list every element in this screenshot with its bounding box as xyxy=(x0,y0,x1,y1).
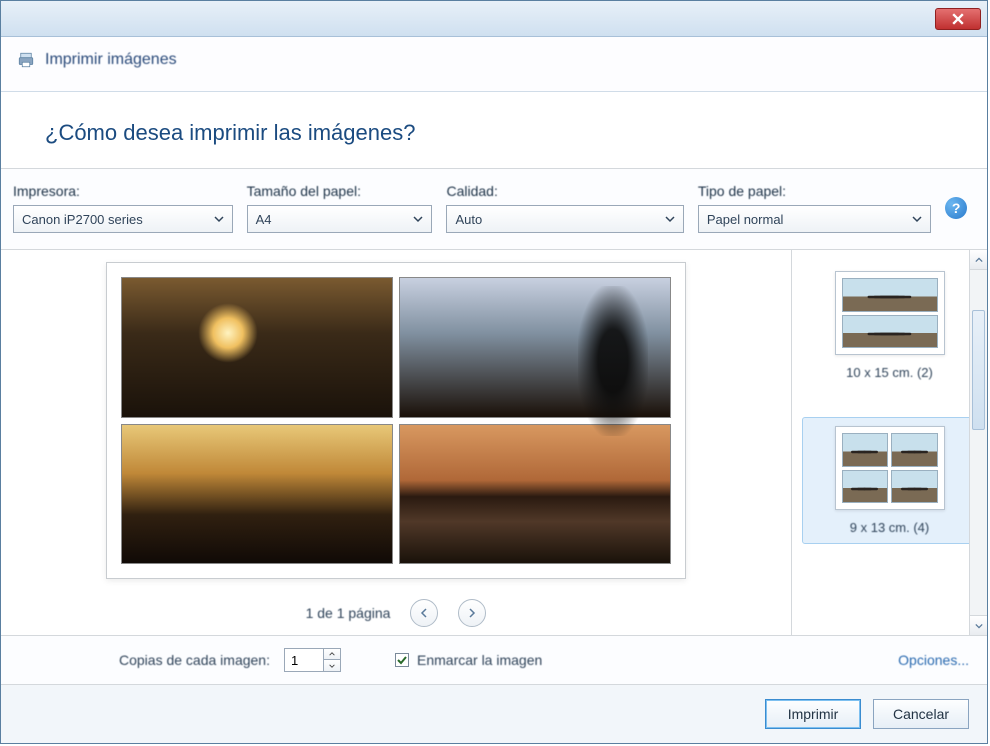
paper-size-select[interactable]: A4 xyxy=(247,205,433,233)
fit-frame-label: Enmarcar la imagen xyxy=(417,652,542,668)
layout-thumb-icon xyxy=(835,271,945,355)
preview-pane: 1 de 1 página xyxy=(1,250,791,635)
prev-page-button[interactable] xyxy=(410,599,438,627)
chevron-down-icon xyxy=(413,212,423,227)
window-title: Imprimir imágenes xyxy=(45,51,177,69)
photo-thumb xyxy=(121,424,393,565)
print-options-row: Impresora: Canon iP2700 series Tamaño de… xyxy=(1,169,987,250)
header-row: Imprimir imágenes xyxy=(1,37,987,92)
quality-select[interactable]: Auto xyxy=(446,205,683,233)
footer-options: Copias de cada imagen: Enmarcar la image… xyxy=(1,636,987,685)
layouts-pane: 10 x 15 cm. (2) 9 x 13 cm. (4) xyxy=(791,250,987,635)
copies-down-button[interactable] xyxy=(324,660,340,671)
check-icon xyxy=(397,655,407,665)
layout-caption: 9 x 13 cm. (4) xyxy=(850,520,929,535)
photo-thumb xyxy=(399,424,671,565)
paper-type-label: Tipo de papel: xyxy=(698,183,931,199)
fit-frame-checkbox[interactable] xyxy=(395,653,409,667)
print-button[interactable]: Imprimir xyxy=(765,699,861,729)
titlebar xyxy=(1,1,987,37)
footer-buttons: Imprimir Cancelar xyxy=(1,685,987,743)
copies-up-button[interactable] xyxy=(324,649,340,660)
scroll-down-button[interactable] xyxy=(970,615,987,635)
cancel-button[interactable]: Cancelar xyxy=(873,699,969,729)
layout-item-9x13[interactable]: 9 x 13 cm. (4) xyxy=(802,417,977,544)
copies-label: Copias de cada imagen: xyxy=(119,652,270,668)
scroll-up-button[interactable] xyxy=(970,250,987,270)
layout-item-10x15[interactable]: 10 x 15 cm. (2) xyxy=(802,262,977,389)
next-page-button[interactable] xyxy=(458,599,486,627)
quality-value: Auto xyxy=(455,212,482,227)
help-icon[interactable]: ? xyxy=(945,197,967,219)
photo-thumb xyxy=(399,277,671,418)
close-button[interactable] xyxy=(935,8,981,30)
chevron-right-icon xyxy=(467,608,477,618)
scrollbar-thumb[interactable] xyxy=(972,310,985,430)
chevron-up-icon xyxy=(329,651,335,657)
chevron-down-icon xyxy=(329,663,335,669)
chevron-up-icon xyxy=(975,256,983,264)
chevron-down-icon xyxy=(214,212,224,227)
chevron-left-icon xyxy=(419,608,429,618)
printer-label: Impresora: xyxy=(13,183,233,199)
pager: 1 de 1 página xyxy=(306,599,487,627)
chevron-down-icon xyxy=(665,212,675,227)
printer-value: Canon iP2700 series xyxy=(22,212,143,227)
layouts-scrollbar[interactable] xyxy=(969,250,987,635)
paper-type-value: Papel normal xyxy=(707,212,784,227)
printer-select[interactable]: Canon iP2700 series xyxy=(13,205,233,233)
quality-label: Calidad: xyxy=(446,183,683,199)
layout-caption: 10 x 15 cm. (2) xyxy=(846,365,933,380)
paper-size-label: Tamaño del papel: xyxy=(247,183,433,199)
photo-thumb xyxy=(121,277,393,418)
print-pictures-dialog: Imprimir imágenes ¿Cómo desea imprimir l… xyxy=(0,0,988,744)
chevron-down-icon xyxy=(975,622,983,630)
paper-type-select[interactable]: Papel normal xyxy=(698,205,931,233)
main-area: 1 de 1 página 10 x 15 cm. (2) xyxy=(1,250,987,636)
paper-size-value: A4 xyxy=(256,212,272,227)
close-icon xyxy=(952,13,964,25)
pager-label: 1 de 1 página xyxy=(306,605,391,621)
page-heading: ¿Cómo desea imprimir las imágenes? xyxy=(1,92,987,168)
printer-icon xyxy=(17,51,35,69)
options-link[interactable]: Opciones... xyxy=(898,652,969,668)
page-preview xyxy=(106,262,686,579)
copies-stepper xyxy=(284,648,341,672)
chevron-down-icon xyxy=(912,212,922,227)
layout-thumb-icon xyxy=(835,426,945,510)
copies-input[interactable] xyxy=(284,648,324,672)
